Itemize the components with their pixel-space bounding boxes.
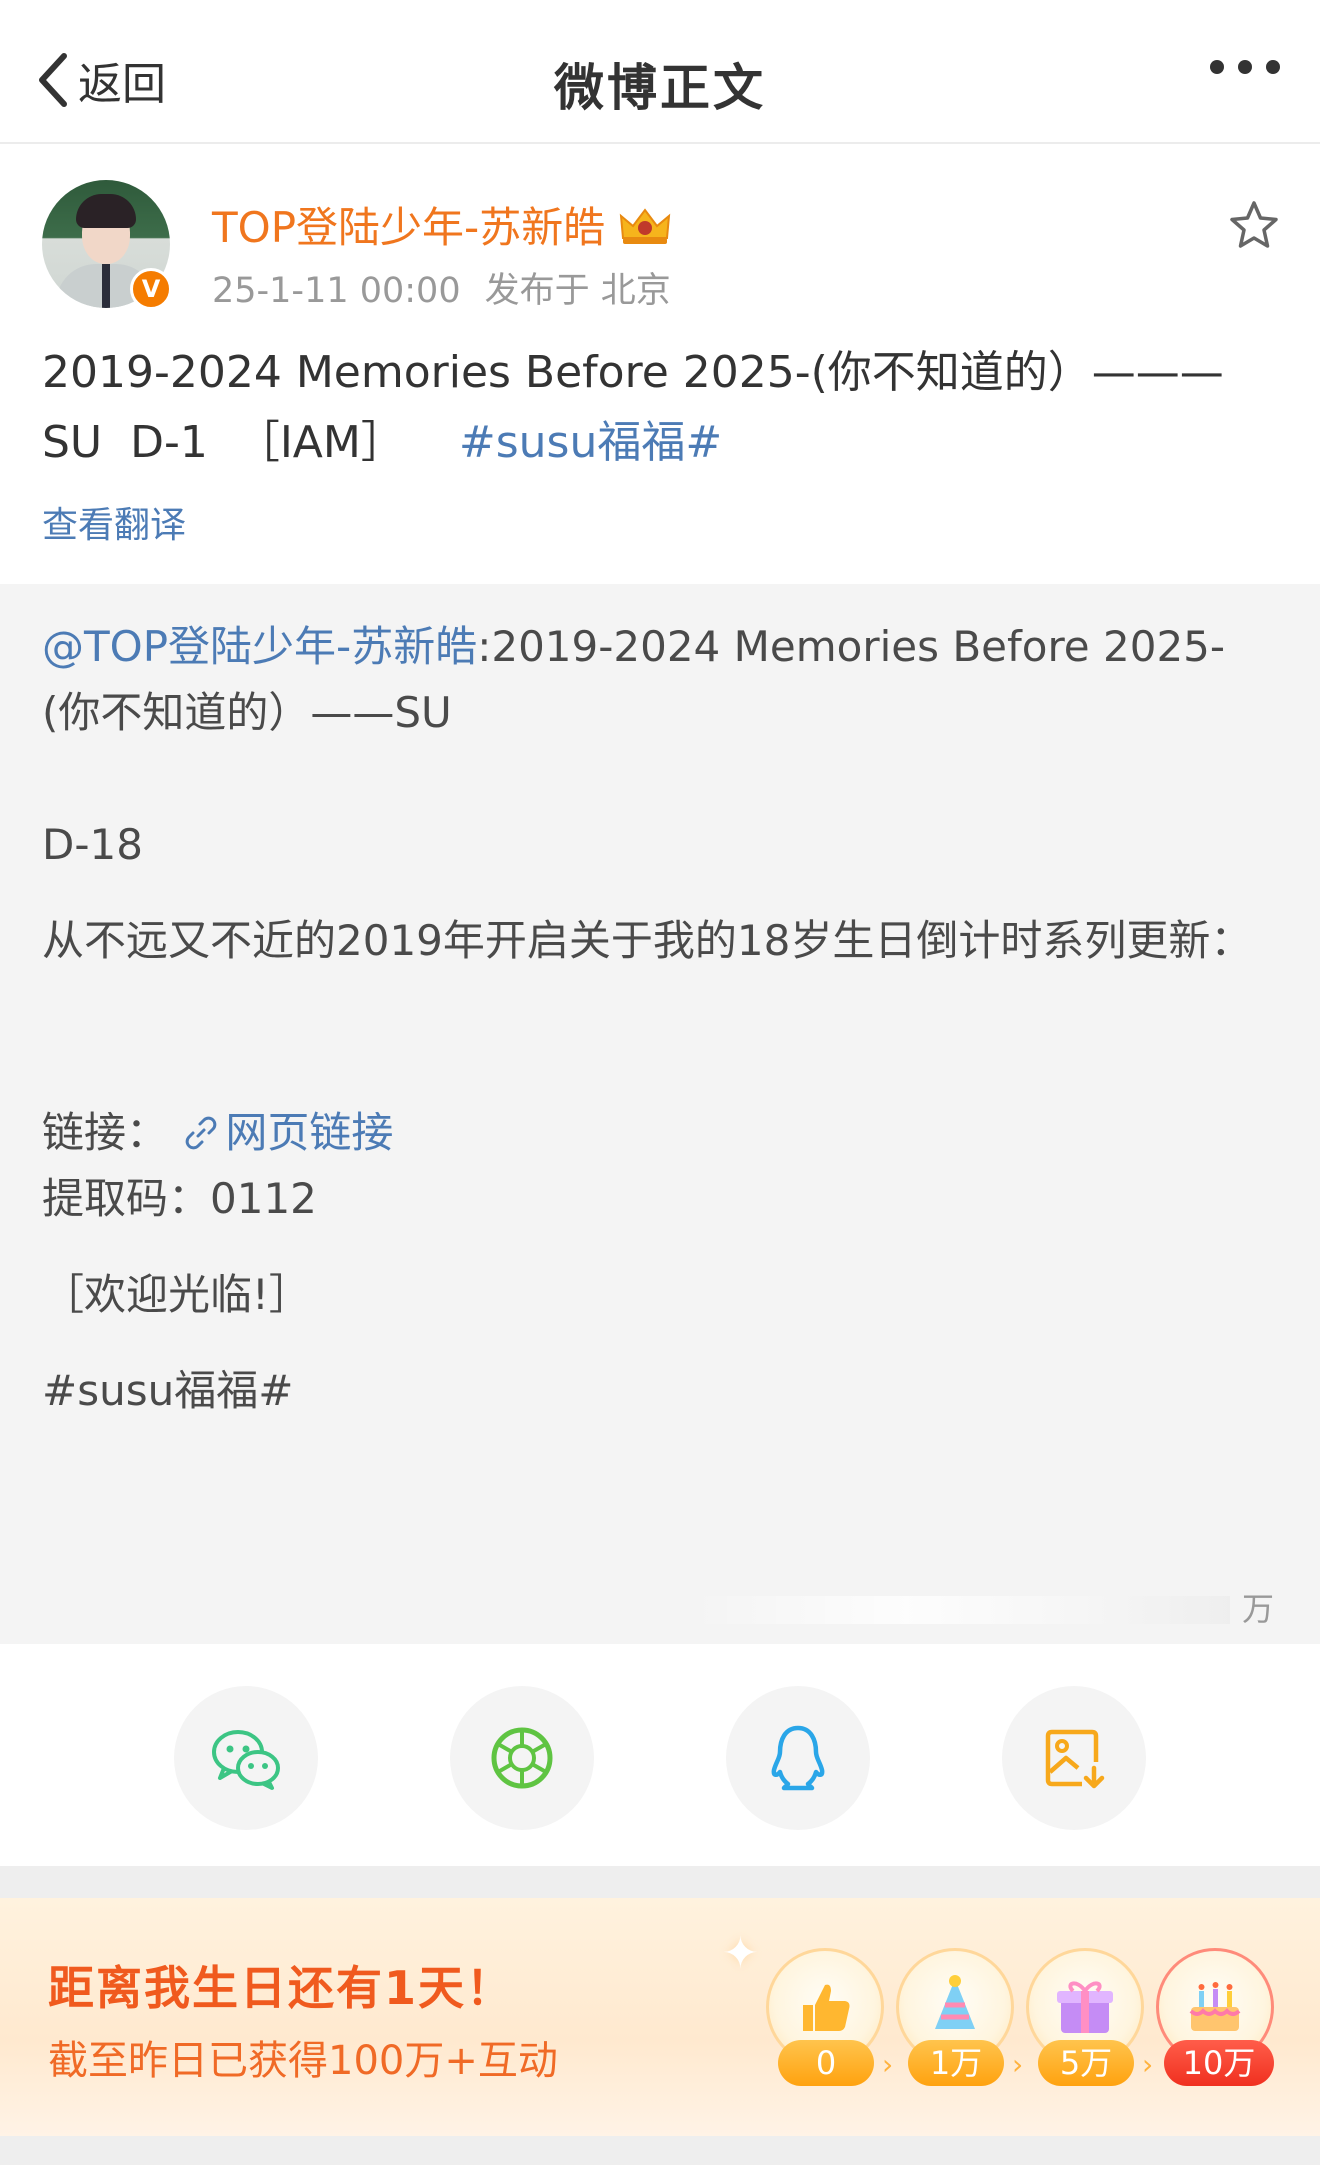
nav-bar: 返回 微博正文 xyxy=(0,0,1320,144)
milestone-1-label: 1万 xyxy=(908,2040,1004,2086)
repost-card[interactable]: @TOP登陆少年-苏新皓:2019-2024 Memories Before 2… xyxy=(0,584,1320,1644)
share-qq-button[interactable] xyxy=(726,1686,870,1830)
arrow-icon: › xyxy=(1012,2048,1024,2081)
verified-badge: V xyxy=(130,268,172,310)
banner-subtitle: 截至昨日已获得100万+互动 xyxy=(48,2038,558,2084)
post-meta: 25-1-11 00:00 发布于 北京 xyxy=(212,262,671,313)
milestone-3-label: 10万 xyxy=(1164,2040,1274,2086)
qq-icon xyxy=(771,1725,825,1791)
sparkle-icon: ✦ xyxy=(722,1928,759,1979)
share-bar xyxy=(0,1644,1320,1866)
more-icon[interactable] xyxy=(1210,60,1280,74)
save-image-button[interactable] xyxy=(1002,1686,1146,1830)
post-line-1: 2019-2024 Memories Before 2025-(你不知道的）——… xyxy=(42,347,1224,398)
thumbs-up-icon xyxy=(803,1984,850,2031)
extraction-code: 提取码：0112 xyxy=(42,1174,317,1223)
author-name[interactable]: TOP登陆少年-苏新皓 xyxy=(212,194,673,255)
faded-count-bar xyxy=(690,1596,1230,1624)
banner-title: 距离我生日还有1天！ xyxy=(48,1961,515,2015)
birthday-banner[interactable]: 距离我生日还有1天！ 截至昨日已获得100万+互动 ✦ 0 › 1万 › 5万 … xyxy=(0,1898,1320,2136)
repost-mention[interactable]: @TOP登陆少年-苏新皓 xyxy=(42,622,477,671)
bottom-divider xyxy=(0,2136,1320,2165)
web-link[interactable]: 网页链接 xyxy=(181,1108,393,1157)
post-header: V TOP登陆少年-苏新皓 25-1-11 00:00 发布于 北京 xyxy=(42,180,1282,313)
section-divider xyxy=(0,1866,1320,1898)
arrow-icon: › xyxy=(882,2048,894,2081)
gift-icon xyxy=(1057,1981,1113,2033)
web-link-text: 网页链接 xyxy=(225,1108,394,1157)
moments-icon xyxy=(491,1727,553,1789)
wechat-icon xyxy=(212,1730,280,1790)
birthday-cake-icon xyxy=(1189,1982,1241,2031)
repost-link-line: 链接： 网页链接 xyxy=(42,1100,1282,1166)
link-icon xyxy=(186,1116,217,1150)
repost-paragraph: 从不远又不近的2019年开启关于我的18岁生日倒计时系列更新： xyxy=(42,916,1253,965)
post-body: 2019-2024 Memories Before 2025-(你不知道的）——… xyxy=(42,338,1282,478)
star-icon[interactable] xyxy=(1226,198,1282,254)
save-image-icon xyxy=(1045,1729,1105,1789)
author-name-text: TOP登陆少年-苏新皓 xyxy=(212,203,606,252)
translate-link[interactable]: 查看翻译 xyxy=(42,496,186,548)
page-title: 微博正文 xyxy=(554,59,766,117)
link-label: 链接： xyxy=(42,1108,169,1157)
milestone-2-label: 5万 xyxy=(1038,2040,1134,2086)
share-moments-button[interactable] xyxy=(450,1686,594,1830)
post-timestamp: 25-1-11 00:00 xyxy=(212,271,461,311)
arrow-icon: › xyxy=(1142,2048,1154,2081)
post-line-2-text: SU D-1 ［IAM］ xyxy=(42,417,419,468)
party-hat-icon xyxy=(935,1975,975,2029)
post-location: 发布于 北京 xyxy=(484,271,671,311)
post-line-2: SU D-1 ［IAM］ #susu福福# xyxy=(42,408,1282,478)
milestone-0-label: 0 xyxy=(778,2040,874,2086)
count-suffix: 万 xyxy=(1241,1590,1274,1628)
repost-header-text: @TOP登陆少年-苏新皓:2019-2024 Memories Before 2… xyxy=(42,614,1282,746)
post-hashtag[interactable]: #susu福福# xyxy=(459,417,722,468)
crown-icon xyxy=(619,207,671,244)
repost-countdown: D-18 xyxy=(42,820,143,869)
repost-hashtag[interactable]: #susu福福# xyxy=(42,1358,1282,1424)
share-wechat-button[interactable] xyxy=(174,1686,318,1830)
welcome-emoji-text: ［欢迎光临!］ xyxy=(42,1270,311,1319)
